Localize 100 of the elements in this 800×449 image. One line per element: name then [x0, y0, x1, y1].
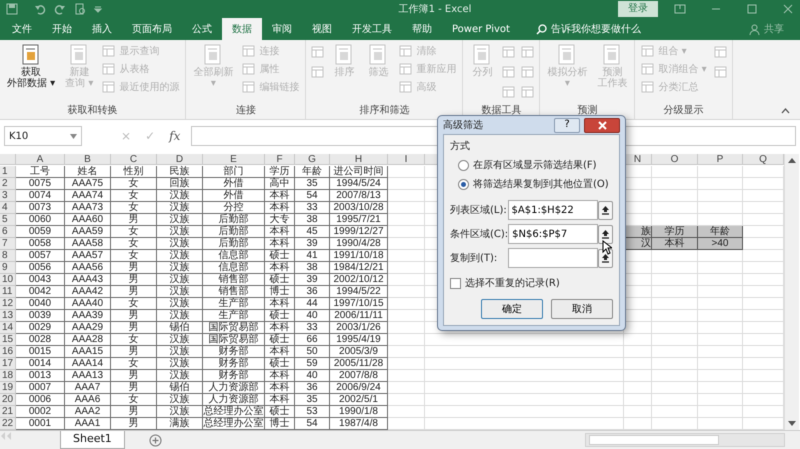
row-header[interactable]: 15 [0, 334, 16, 346]
group-label: 预测 [576, 104, 598, 118]
row-header[interactable]: 7 [0, 238, 16, 250]
login-button[interactable]: 登录 [618, 1, 658, 17]
table-cell: 分控 [203, 202, 265, 214]
vertical-scrollbar[interactable] [784, 154, 799, 430]
table-cell: 2002/5/1 [330, 394, 388, 406]
ribbon-tab[interactable]: 帮助 [402, 18, 442, 40]
column-header[interactable]: I [388, 154, 425, 165]
ribbon-tab[interactable]: 文件 [2, 18, 42, 40]
row-header[interactable]: 17 [0, 358, 16, 370]
radio-button[interactable] [458, 179, 469, 190]
row-header[interactable]: 10 [0, 274, 16, 286]
row-header[interactable]: 14 [0, 322, 16, 334]
row-header[interactable]: 19 [0, 382, 16, 394]
ribbon-button[interactable]: 获取 外部数据 ▾ [4, 42, 58, 90]
column-header[interactable]: H [330, 154, 388, 165]
row-header[interactable]: 4 [0, 202, 16, 214]
table-cell: 女 [111, 334, 157, 346]
row-header[interactable]: 6 [0, 226, 16, 238]
ok-button[interactable]: 确定 [481, 299, 543, 319]
save-icon[interactable] [6, 3, 18, 15]
collapse-ribbon-icon[interactable] [781, 108, 790, 114]
row-header[interactable]: 11 [0, 286, 16, 298]
range-field[interactable] [508, 248, 598, 268]
empty-cell [388, 370, 425, 382]
table-cell: 女 [111, 202, 157, 214]
cursor-icon [602, 240, 612, 255]
range-field[interactable]: $A$1:$H$22 [508, 200, 598, 220]
row-header[interactable]: 1 [0, 166, 16, 178]
column-header[interactable]: E [203, 154, 265, 165]
scroll-down-icon[interactable] [788, 421, 796, 426]
ribbon-tab[interactable]: 审阅 [262, 18, 302, 40]
column-header[interactable]: D [157, 154, 203, 165]
column-header[interactable]: F [265, 154, 295, 165]
print-preview-icon[interactable] [74, 3, 86, 15]
row-header[interactable]: 21 [0, 406, 16, 418]
dropdown-arrow-icon[interactable] [70, 134, 77, 138]
ribbon-tab[interactable]: 视图 [302, 18, 342, 40]
row-header[interactable]: 9 [0, 262, 16, 274]
empty-cell [698, 202, 743, 214]
column-header[interactable]: P [698, 154, 743, 165]
scroll-up-icon[interactable] [788, 158, 796, 163]
column-header[interactable]: N [624, 154, 652, 165]
row-header[interactable]: 12 [0, 298, 16, 310]
range-picker-button[interactable] [598, 200, 613, 220]
ribbon-tab[interactable]: 数据 [222, 18, 262, 40]
ribbon-tab[interactable]: 开始 [42, 18, 82, 40]
add-sheet-icon[interactable] [148, 434, 162, 447]
table-cell: 国际贸易部 [203, 322, 265, 334]
table-cell: 36 [295, 286, 330, 298]
ribbon-display-icon[interactable] [674, 3, 686, 15]
empty-cell [652, 346, 698, 358]
empty-cell [652, 322, 698, 334]
table-cell: 信息部 [203, 250, 265, 262]
help-button[interactable]: ? [554, 118, 580, 132]
column-header[interactable]: Q [743, 154, 784, 165]
column-header[interactable]: C [111, 154, 157, 165]
cancel-button[interactable]: 取消 [551, 299, 613, 319]
customize-caret-icon[interactable] [94, 5, 102, 13]
column-header[interactable]: B [65, 154, 111, 165]
name-box[interactable]: K10 [4, 126, 82, 146]
ribbon-tab[interactable]: 插入 [82, 18, 122, 40]
range-picker-button[interactable] [598, 224, 613, 244]
horizontal-scrollbar[interactable] [585, 433, 785, 447]
maximize-icon[interactable] [746, 3, 758, 15]
close-button[interactable] [584, 118, 620, 132]
checkbox[interactable] [450, 278, 461, 289]
row-header[interactable]: 8 [0, 250, 16, 262]
redo-icon[interactable] [54, 3, 66, 15]
row-header[interactable]: 5 [0, 214, 16, 226]
column-header[interactable]: A [16, 154, 65, 165]
row-header[interactable]: 18 [0, 370, 16, 382]
empty-cell [698, 286, 743, 298]
row-header[interactable]: 2 [0, 178, 16, 190]
row-header[interactable]: 20 [0, 394, 16, 406]
ribbon-tab[interactable]: Power Pivot [442, 18, 520, 40]
close-icon[interactable] [782, 3, 794, 15]
row-header[interactable]: 13 [0, 310, 16, 322]
group-label: 排序和筛选 [358, 104, 410, 118]
table-cell: AAA42 [65, 286, 111, 298]
column-header[interactable]: O [652, 154, 698, 165]
ribbon-tab[interactable]: 开发工具 [342, 18, 402, 40]
insert-function-button[interactable]: fx [162, 127, 188, 145]
table-cell: 男 [111, 286, 157, 298]
ribbon-tab[interactable]: 页面布局 [122, 18, 182, 40]
table-cell: 40 [295, 370, 330, 382]
tell-me-field[interactable]: 告诉我你想要做什么 [550, 22, 641, 36]
range-field[interactable]: $N$6:$P$7 [508, 224, 598, 244]
column-header[interactable]: G [295, 154, 330, 165]
ribbon-tab[interactable]: 公式 [182, 18, 222, 40]
radio-button[interactable] [458, 160, 469, 171]
table-cell: 后勤部 [203, 238, 265, 250]
sheet-tab[interactable]: Sheet1 [60, 431, 125, 449]
table-cell: 姓名 [65, 166, 111, 178]
row-header[interactable]: 16 [0, 346, 16, 358]
table-cell: 大专 [265, 214, 295, 226]
row-header[interactable]: 22 [0, 418, 16, 430]
undo-icon[interactable] [34, 3, 46, 15]
row-header[interactable]: 3 [0, 190, 16, 202]
